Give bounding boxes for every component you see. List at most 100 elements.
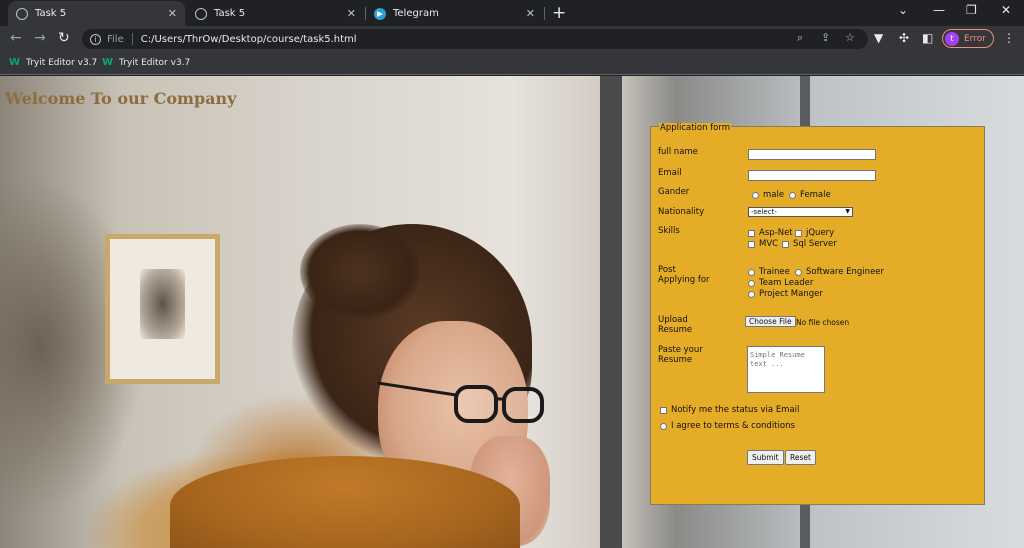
aspnet-label: Asp-Net [759, 228, 793, 238]
post-software-engineer-option[interactable]: Software Engineer [795, 267, 884, 277]
nationality-selected-value: -select- [751, 208, 777, 216]
gender-male-option[interactable]: male [752, 190, 784, 200]
tab-title: Telegram [393, 8, 439, 19]
puzzle-icon[interactable]: ✣ [899, 31, 909, 45]
reload-icon[interactable]: ↻ [58, 30, 70, 46]
full-name-input[interactable] [748, 149, 876, 160]
profile-status: Error [964, 33, 986, 44]
paste-resume-label: Resume [658, 355, 693, 365]
window-close-icon[interactable]: ✕ [1001, 3, 1011, 17]
browser-toolbar: ← → ↻ i File C:/Users/ThrOw/Desktop/cour… [0, 26, 1024, 51]
background-woman-bun [300, 224, 420, 319]
profile-button[interactable]: t Error [942, 29, 994, 48]
terms-label: I agree to terms & conditions [671, 421, 795, 431]
male-radio[interactable] [752, 191, 759, 199]
skill-mvc-option[interactable]: MVC [748, 239, 778, 249]
sqlserver-checkbox[interactable] [782, 240, 789, 248]
skill-sqlserver-option[interactable]: Sql Server [782, 239, 837, 249]
gender-label: Gander [658, 187, 690, 197]
terms-radio[interactable] [660, 422, 667, 430]
nationality-select[interactable]: -select- ▼ [748, 207, 853, 217]
page-viewport: Welcome To our Company Application form … [0, 76, 1024, 548]
background-picture-frame [105, 234, 220, 384]
url-scheme: File [107, 33, 124, 45]
team-leader-label: Team Leader [759, 278, 814, 288]
new-tab-button[interactable]: + [552, 3, 566, 23]
globe-icon [195, 7, 207, 20]
team-leader-radio[interactable] [748, 279, 755, 287]
bookmarks-bar: W Tryit Editor v3.7 W Tryit Editor v3.7 [0, 51, 1024, 75]
post-team-leader-option[interactable]: Team Leader [748, 278, 813, 288]
skill-aspnet-option[interactable]: Asp-Net [748, 228, 793, 238]
tab-search-icon[interactable]: ⌄ [898, 3, 908, 17]
w3schools-icon: W [9, 57, 21, 68]
tab-divider [544, 7, 545, 20]
post-trainee-option[interactable]: Trainee [748, 267, 790, 277]
restore-icon[interactable]: ❐ [966, 3, 977, 17]
bookmark-tryit-1[interactable]: W Tryit Editor v3.7 [9, 57, 97, 68]
email-input[interactable] [748, 170, 876, 181]
back-icon[interactable]: ← [10, 30, 22, 46]
tab-title: Task 5 [35, 8, 67, 19]
url-text[interactable]: C:/Users/ThrOw/Desktop/course/task5.html [141, 34, 357, 45]
upload-resume-label: Resume [658, 325, 693, 335]
nationality-label: Nationality [658, 207, 705, 217]
trainee-radio[interactable] [748, 268, 755, 276]
forward-icon[interactable]: → [34, 30, 46, 46]
bookmark-label: Tryit Editor v3.7 [26, 57, 98, 68]
sqlserver-label: Sql Server [793, 239, 837, 249]
tab-task5-active[interactable]: Task 5 ✕ [8, 1, 185, 26]
skills-label: Skills [658, 226, 680, 236]
page-heading: Welcome To our Company [5, 89, 237, 108]
gender-female-option[interactable]: Female [789, 190, 831, 200]
female-radio[interactable] [789, 191, 796, 199]
aspnet-checkbox[interactable] [748, 229, 755, 237]
minimize-icon[interactable]: — [933, 3, 945, 17]
telegram-icon [374, 7, 386, 20]
tab-telegram[interactable]: Telegram ✕ [366, 1, 543, 26]
no-file-text: No file chosen [796, 318, 850, 327]
mvc-checkbox[interactable] [748, 240, 755, 248]
software-engineer-label: Software Engineer [806, 267, 885, 277]
choose-file-button[interactable]: Choose File [745, 316, 796, 327]
side-panel-icon[interactable]: ◧ [922, 31, 933, 45]
notify-checkbox[interactable] [660, 406, 667, 414]
mvc-label: MVC [759, 239, 779, 249]
background-glasses [378, 381, 544, 423]
jquery-checkbox[interactable] [795, 229, 802, 237]
w3schools-icon: W [102, 57, 114, 68]
close-icon[interactable]: ✕ [347, 7, 356, 20]
post-project-manager-option[interactable]: Project Manger [748, 289, 823, 299]
male-label: male [763, 190, 785, 200]
software-engineer-radio[interactable] [795, 268, 802, 276]
terms-option[interactable]: I agree to terms & conditions [660, 421, 795, 431]
avatar: t [945, 31, 959, 46]
bookmark-tryit-2[interactable]: W Tryit Editor v3.7 [102, 57, 190, 68]
email-label: Email [658, 168, 682, 178]
project-manager-radio[interactable] [748, 290, 755, 298]
skill-jquery-option[interactable]: jQuery [795, 228, 834, 238]
menu-icon[interactable]: ⋮ [1003, 31, 1015, 45]
form-legend: Application form [659, 123, 732, 133]
tab-title: Task 5 [214, 8, 246, 19]
extension-v-icon[interactable]: ▼ [874, 31, 883, 45]
post-label: Post [658, 265, 676, 275]
background-woman-sweater [170, 456, 520, 548]
tab-task5[interactable]: Task 5 ✕ [187, 1, 364, 26]
resume-textarea[interactable]: Simple Resume text ... [747, 346, 825, 393]
address-bar[interactable]: i File C:/Users/ThrOw/Desktop/course/tas… [82, 29, 868, 49]
globe-icon [16, 7, 28, 20]
upload-label: Upload [658, 315, 688, 325]
close-icon[interactable]: ✕ [526, 7, 535, 20]
reset-button[interactable]: Reset [785, 450, 816, 465]
submit-button[interactable]: Submit [747, 450, 784, 465]
close-icon[interactable]: ✕ [168, 7, 177, 20]
notify-option[interactable]: Notify me the status via Email [660, 405, 799, 415]
zoom-search-icon[interactable]: ⌕ [797, 31, 803, 45]
jquery-label: jQuery [806, 228, 835, 238]
project-manager-label: Project Manger [759, 289, 823, 299]
share-icon[interactable]: ⇪ [821, 31, 830, 44]
bookmark-star-icon[interactable]: ☆ [845, 31, 855, 44]
info-icon[interactable]: i [90, 33, 101, 45]
female-label: Female [800, 190, 831, 200]
